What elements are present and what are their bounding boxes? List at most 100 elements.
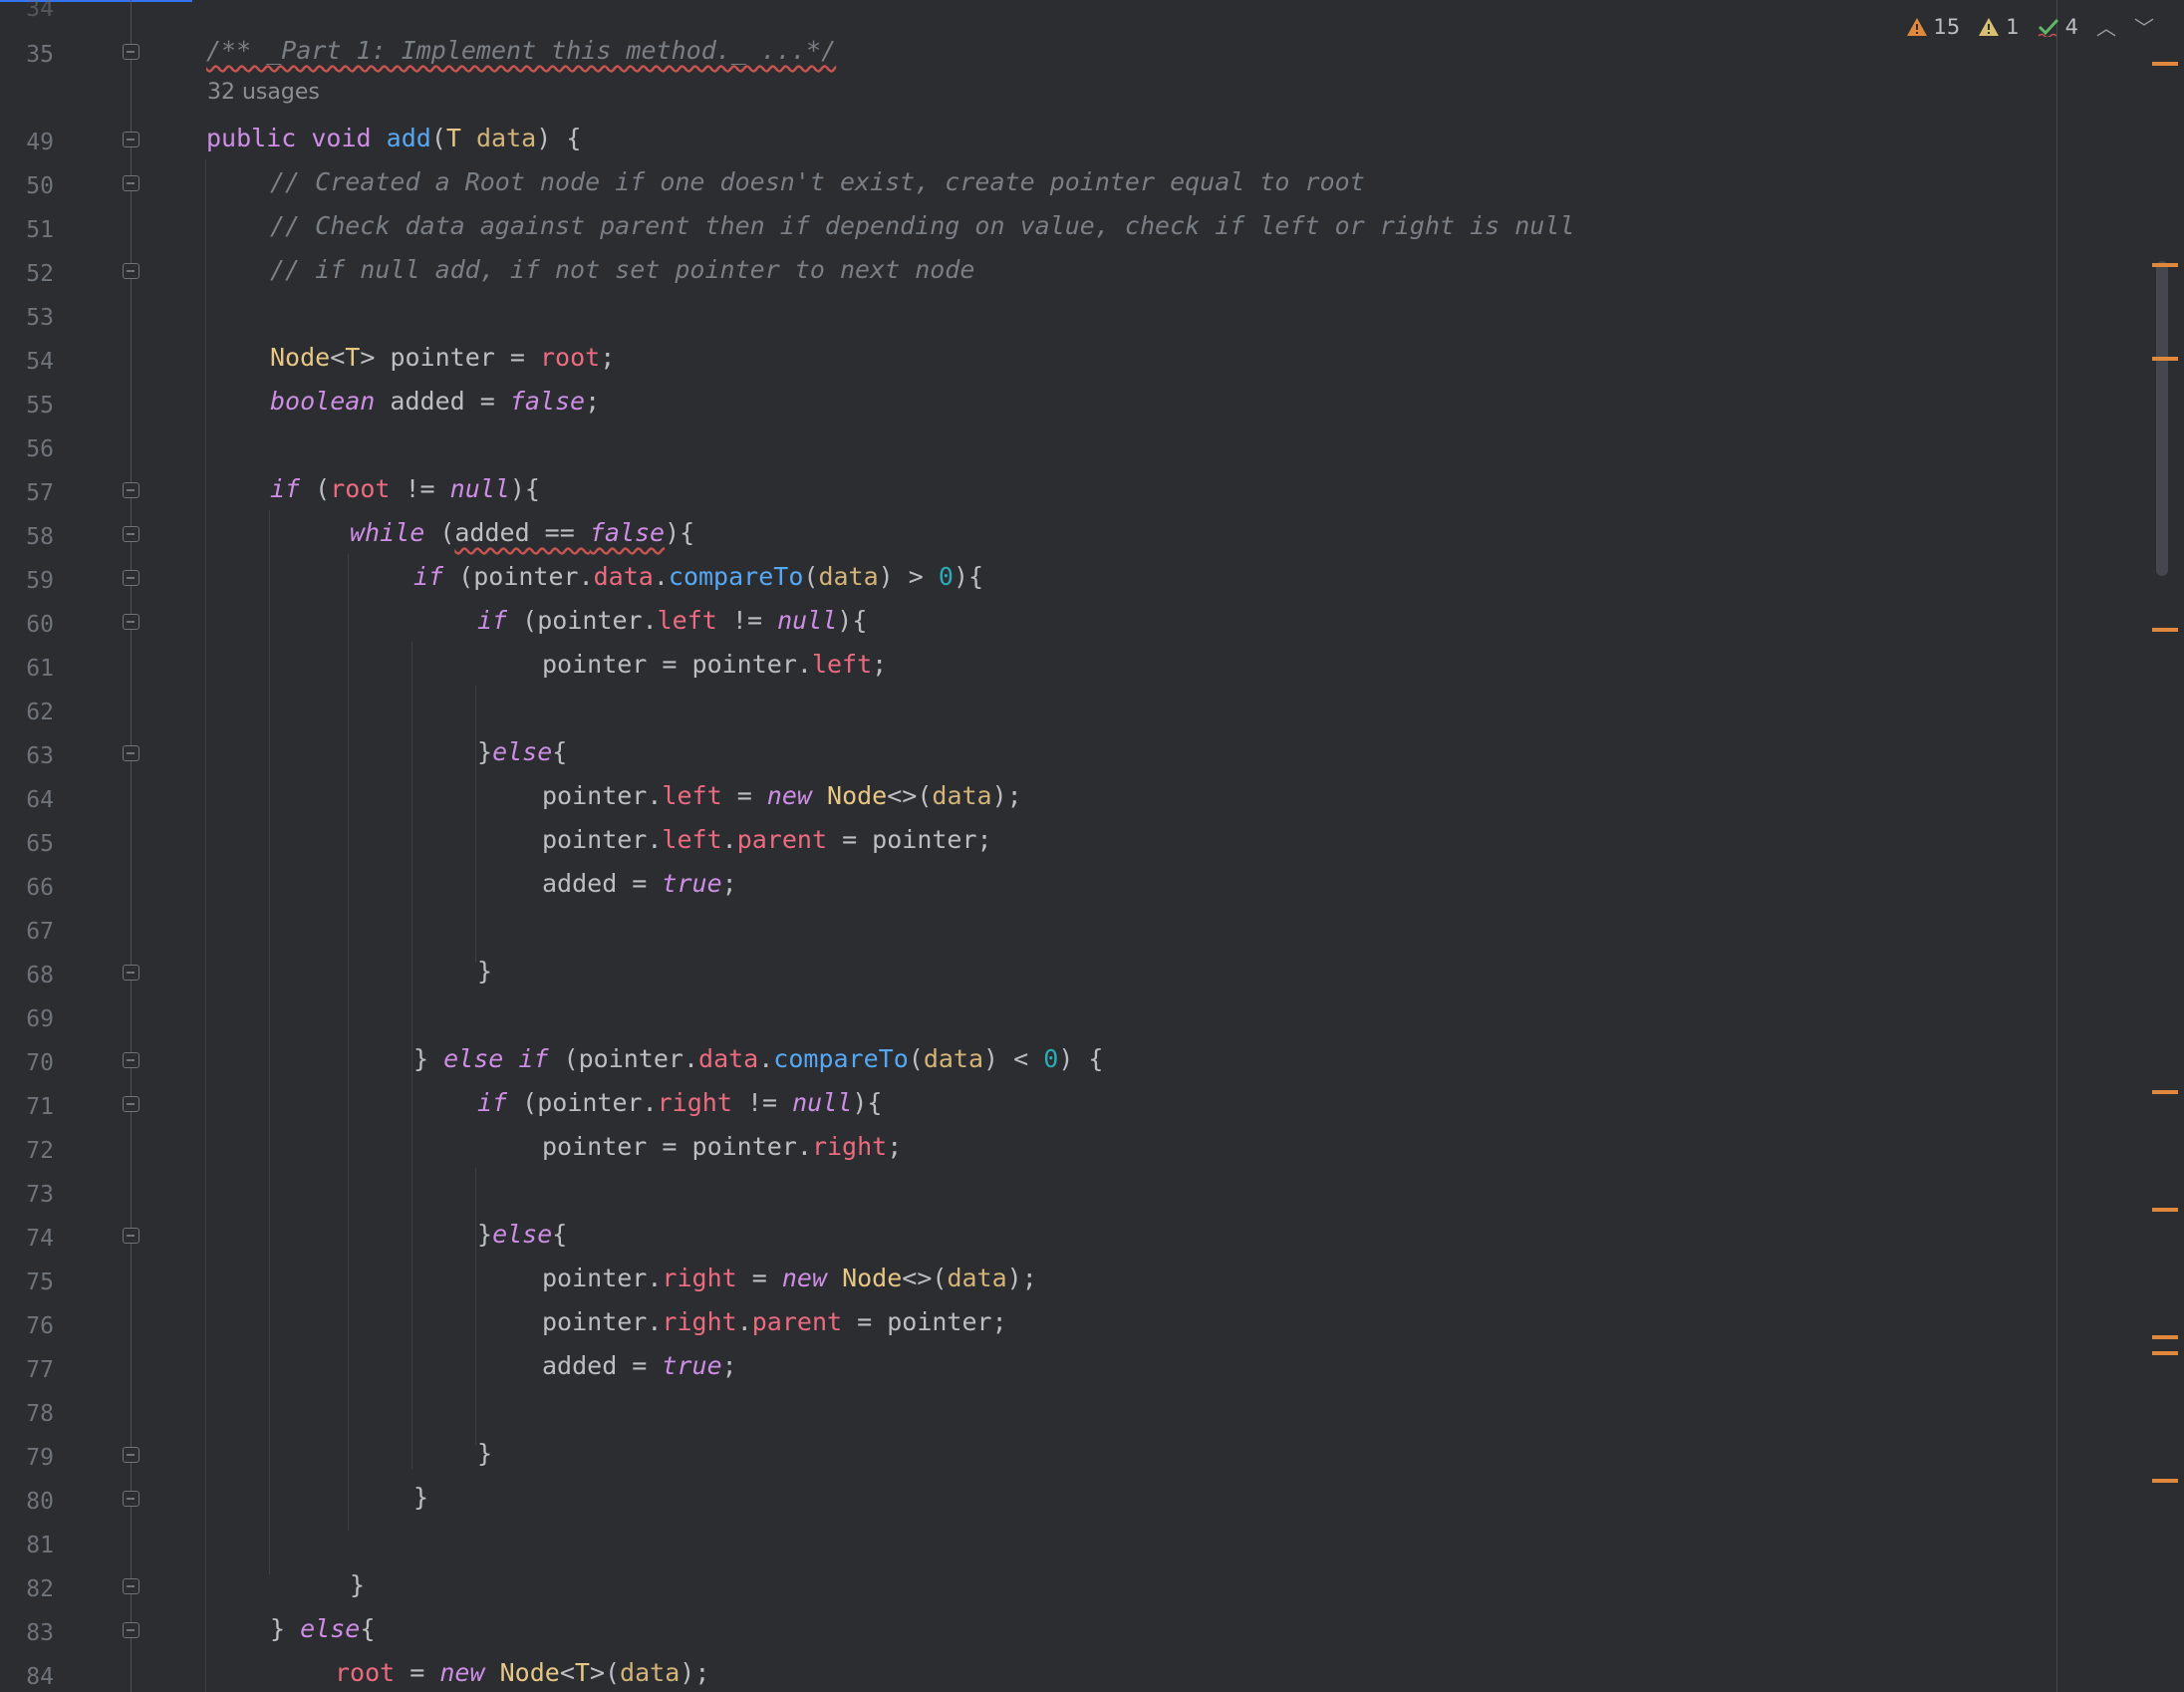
fold-toggle-icon[interactable]: [123, 263, 139, 279]
code-line-63[interactable]: }else{: [477, 730, 567, 774]
fold-toggle-icon[interactable]: [123, 1052, 139, 1068]
fold-toggle-icon[interactable]: [123, 482, 139, 498]
line-number[interactable]: 77: [0, 1355, 54, 1385]
code-line-58[interactable]: while (added == false){: [350, 511, 694, 555]
next-highlight-icon[interactable]: ﹀: [2134, 12, 2154, 41]
code-line-64[interactable]: pointer.left = new Node<>(data);: [542, 774, 1022, 818]
line-number[interactable]: 55: [0, 391, 54, 421]
typos-counter[interactable]: 4: [2038, 15, 2078, 39]
line-number[interactable]: 49: [0, 128, 54, 157]
line-number[interactable]: 60: [0, 610, 54, 640]
line-number[interactable]: 70: [0, 1048, 54, 1078]
line-number[interactable]: 69: [0, 1004, 54, 1034]
line-number[interactable]: 71: [0, 1092, 54, 1122]
weak-warnings-counter[interactable]: 1: [1978, 15, 2020, 39]
fold-toggle-icon[interactable]: [123, 132, 139, 147]
line-number[interactable]: 34: [0, 0, 54, 24]
fold-toggle-icon[interactable]: [123, 1447, 139, 1463]
warning-stripe-mark[interactable]: [2152, 1208, 2178, 1212]
warning-stripe-mark[interactable]: [2152, 357, 2178, 361]
code-line-79[interactable]: }: [477, 1432, 492, 1476]
fold-toggle-icon[interactable]: [123, 1228, 139, 1244]
line-number[interactable]: 61: [0, 654, 54, 684]
fold-toggle-icon[interactable]: [123, 1096, 139, 1112]
warning-stripe-mark[interactable]: [2152, 62, 2178, 66]
fold-toggle-icon[interactable]: [123, 526, 139, 542]
inspection-warning[interactable]: added ==: [454, 518, 589, 547]
code-line-70[interactable]: } else if (pointer.data.compareTo(data) …: [413, 1037, 1103, 1081]
line-number[interactable]: 72: [0, 1136, 54, 1166]
code-line-55[interactable]: boolean added = false;: [270, 380, 600, 423]
warning-stripe-mark[interactable]: [2152, 1479, 2178, 1483]
code-line-57[interactable]: if (root != null){: [270, 467, 540, 511]
line-number[interactable]: 59: [0, 566, 54, 596]
line-number[interactable]: 63: [0, 741, 54, 771]
line-number[interactable]: 54: [0, 347, 54, 377]
fold-toggle-icon[interactable]: [123, 1578, 139, 1594]
warning-stripe-mark[interactable]: [2152, 1090, 2178, 1094]
code-line-66[interactable]: added = true;: [542, 862, 737, 906]
code-line-84[interactable]: root = new Node<T>(data);: [335, 1651, 709, 1692]
line-number[interactable]: 53: [0, 303, 54, 333]
line-number[interactable]: 56: [0, 434, 54, 464]
code-line-76[interactable]: pointer.right.parent = pointer;: [542, 1300, 1007, 1344]
code-line-83[interactable]: } else{: [270, 1607, 375, 1651]
warning-stripe-mark[interactable]: [2152, 1335, 2178, 1339]
line-number[interactable]: 50: [0, 171, 54, 201]
line-number[interactable]: 73: [0, 1180, 54, 1210]
line-number[interactable]: 76: [0, 1311, 54, 1341]
code-line-65[interactable]: pointer.left.parent = pointer;: [542, 818, 992, 862]
line-number[interactable]: 83: [0, 1618, 54, 1648]
line-number[interactable]: 67: [0, 917, 54, 947]
code-line-77[interactable]: added = true;: [542, 1344, 737, 1388]
inspection-widget[interactable]: 15 1 4 ︿ ﹀: [1906, 12, 2154, 41]
line-number[interactable]: 75: [0, 1268, 54, 1297]
usages-hint[interactable]: 32 usages: [207, 80, 320, 105]
line-number[interactable]: 35: [0, 40, 54, 70]
line-number[interactable]: 79: [0, 1443, 54, 1473]
code-line-60[interactable]: if (pointer.left != null){: [477, 599, 867, 643]
warning-stripe-mark[interactable]: [2152, 628, 2178, 632]
code-line-72[interactable]: pointer = pointer.right;: [542, 1125, 902, 1169]
line-number[interactable]: 62: [0, 698, 54, 727]
line-number[interactable]: 68: [0, 961, 54, 990]
code-line-61[interactable]: pointer = pointer.left;: [542, 643, 887, 687]
code-line-82[interactable]: }: [350, 1563, 365, 1607]
code-line-71[interactable]: if (pointer.right != null){: [477, 1081, 882, 1125]
code-line-49[interactable]: public void add(T data) {: [206, 117, 581, 160]
fold-toggle-icon[interactable]: [123, 1622, 139, 1638]
line-number[interactable]: 65: [0, 829, 54, 859]
line-number[interactable]: 78: [0, 1399, 54, 1429]
warnings-counter[interactable]: 15: [1906, 15, 1960, 39]
doc-comment[interactable]: /** _Part 1: Implement this method._ ...…: [206, 36, 836, 65]
fold-toggle-icon[interactable]: [123, 44, 139, 60]
code-line-50[interactable]: // Created a Root node if one doesn't ex…: [270, 160, 1365, 204]
line-number[interactable]: 80: [0, 1487, 54, 1517]
code-line-51[interactable]: // Check data against parent then if dep…: [270, 204, 1574, 248]
code-editor[interactable]: 34 35 49 50 51 52 53 54 55 56 57 58 59 60 61 62 63 64 65 66…: [0, 0, 2184, 1692]
line-number[interactable]: 52: [0, 259, 54, 289]
warning-stripe-mark[interactable]: [2152, 1351, 2178, 1355]
inspection-warning[interactable]: false: [590, 518, 665, 547]
line-number[interactable]: 64: [0, 785, 54, 815]
fold-toggle-icon[interactable]: [123, 614, 139, 630]
fold-toggle-icon[interactable]: [123, 745, 139, 761]
code-line-59[interactable]: if (pointer.data.compareTo(data) > 0){: [413, 555, 983, 599]
code-line-80[interactable]: }: [413, 1476, 428, 1520]
code-line-74[interactable]: }else{: [477, 1213, 567, 1257]
code-line-75[interactable]: pointer.right = new Node<>(data);: [542, 1257, 1037, 1300]
fold-toggle-icon[interactable]: [123, 965, 139, 981]
fold-toggle-icon[interactable]: [123, 1491, 139, 1507]
vertical-scrollbar[interactable]: [2156, 261, 2168, 576]
line-number[interactable]: 81: [0, 1531, 54, 1560]
line-number[interactable]: 66: [0, 873, 54, 903]
line-number[interactable]: 58: [0, 522, 54, 552]
line-number[interactable]: 84: [0, 1662, 54, 1692]
fold-toggle-icon[interactable]: [123, 175, 139, 191]
code-line-52[interactable]: // if null add, if not set pointer to ne…: [270, 248, 974, 292]
code-line-35[interactable]: /** _Part 1: Implement this method._ ...…: [206, 29, 836, 73]
fold-toggle-icon[interactable]: [123, 570, 139, 586]
code-line-68[interactable]: }: [477, 950, 492, 993]
line-number[interactable]: 57: [0, 478, 54, 508]
line-number[interactable]: 82: [0, 1574, 54, 1604]
